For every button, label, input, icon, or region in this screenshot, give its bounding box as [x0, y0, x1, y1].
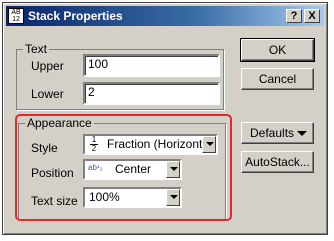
lower-input[interactable]: 2 [83, 82, 220, 105]
upper-input[interactable]: 100 [83, 54, 220, 77]
app-icon: AB 12 [8, 8, 24, 24]
autostack-button[interactable]: AutoStack... [241, 151, 314, 173]
dropdown-arrow-icon [297, 131, 307, 136]
cancel-button[interactable]: Cancel [241, 68, 314, 90]
position-select-value: Center [115, 162, 152, 176]
chevron-down-icon[interactable] [202, 136, 216, 153]
fraction-icon: 1 2 [90, 135, 98, 153]
dialog-title: Stack Properties [28, 9, 123, 23]
chevron-down-icon[interactable] [166, 189, 180, 206]
style-select[interactable]: 1 2 Fraction (Horizontal) [83, 134, 218, 155]
position-label: Position [31, 166, 74, 180]
stack-properties-dialog: AB 12 Stack Properties ? X Text Upper 100… [2, 2, 328, 235]
title-bar[interactable]: AB 12 Stack Properties ? X [6, 6, 324, 26]
position-center-icon: ab¹₂ [88, 163, 103, 172]
text-size-label: Text size [31, 194, 78, 208]
style-select-value: Fraction (Horizontal) [107, 137, 216, 151]
text-group-label: Text [23, 42, 50, 56]
position-select[interactable]: ab¹₂ Center [83, 159, 182, 180]
defaults-label: Defaults [250, 126, 295, 140]
chevron-down-icon[interactable] [166, 161, 180, 178]
style-label: Style [31, 141, 58, 155]
close-button[interactable]: X [304, 9, 320, 23]
text-size-combo[interactable]: 100% [83, 187, 182, 208]
lower-label: Lower [31, 87, 64, 101]
help-button[interactable]: ? [286, 9, 302, 23]
defaults-button[interactable]: Defaults [241, 122, 314, 144]
text-size-value[interactable]: 100% [89, 190, 120, 204]
ok-button[interactable]: OK [240, 38, 315, 62]
appearance-group-label: Appearance [25, 116, 94, 130]
upper-label: Upper [31, 59, 64, 73]
